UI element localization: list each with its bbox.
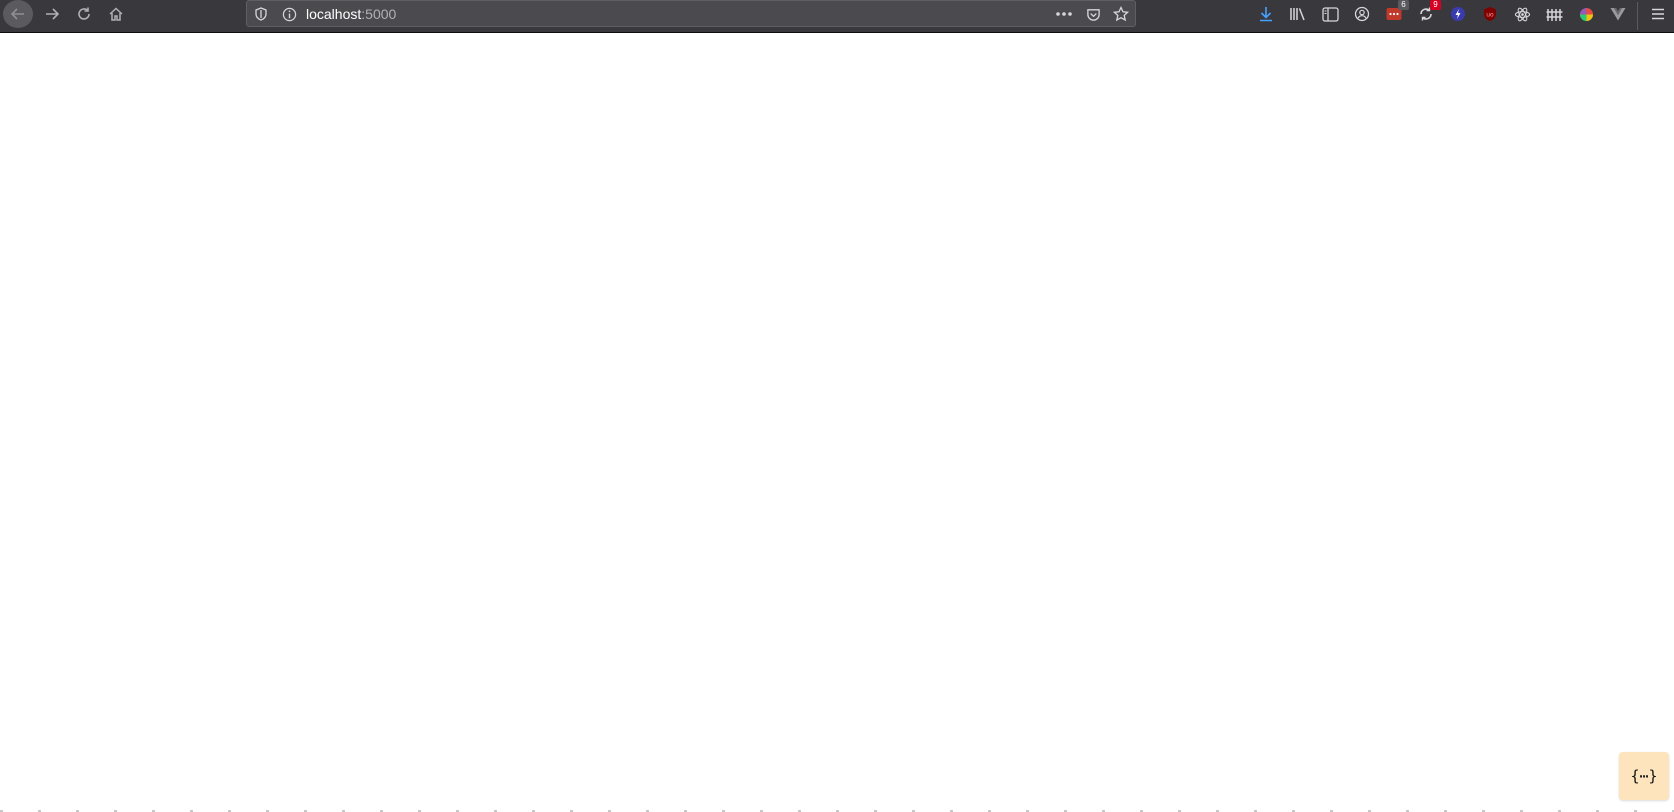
- toolbar-separator: [1637, 2, 1638, 30]
- json-viewer-button-label: {⋯}: [1630, 767, 1658, 785]
- page-content: [0, 33, 1674, 812]
- url-port: :5000: [361, 6, 397, 22]
- sync-extension-icon[interactable]: 9: [1415, 0, 1441, 25]
- url-text[interactable]: localhost:5000: [306, 6, 396, 22]
- home-button[interactable]: [100, 0, 132, 28]
- reload-icon: [78, 7, 90, 20]
- forward-button[interactable]: [36, 0, 68, 28]
- fence-extension-icon[interactable]: [1543, 3, 1565, 25]
- bolt-extension-icon[interactable]: [1447, 3, 1469, 25]
- color-wheel-extension-icon[interactable]: [1575, 3, 1597, 25]
- ublock-origin-icon[interactable]: uo: [1479, 3, 1501, 25]
- url-bar[interactable]: localhost:5000: [246, 0, 1136, 27]
- url-host: localhost: [306, 6, 362, 22]
- pocket-icon[interactable]: [1084, 5, 1102, 23]
- browser-toolbar: localhost:5000 6 9 uo: [0, 0, 1674, 33]
- page-actions-menu-icon[interactable]: [1055, 5, 1073, 23]
- svg-text:uo: uo: [1486, 12, 1494, 19]
- hamburger-menu-icon[interactable]: [1647, 3, 1669, 25]
- bookmark-star-icon[interactable]: [1112, 5, 1130, 23]
- vue-devtools-icon[interactable]: [1607, 3, 1629, 25]
- account-icon[interactable]: [1351, 3, 1373, 25]
- react-devtools-icon[interactable]: [1511, 3, 1533, 25]
- red-extension-icon[interactable]: 6: [1383, 0, 1409, 25]
- sync-extension-badge: 9: [1430, 0, 1441, 10]
- download-icon[interactable]: [1255, 3, 1277, 25]
- back-button[interactable]: [3, 0, 33, 28]
- arrow-right-icon: [46, 8, 60, 20]
- arrow-left-icon: [10, 8, 24, 20]
- reload-button[interactable]: [68, 0, 100, 28]
- site-info-icon[interactable]: [280, 5, 298, 23]
- library-icon[interactable]: [1287, 3, 1309, 25]
- red-extension-badge: 6: [1398, 0, 1409, 10]
- json-viewer-button[interactable]: {⋯}: [1619, 752, 1669, 800]
- sidebar-icon[interactable]: [1319, 3, 1341, 25]
- tracking-protection-shield-icon[interactable]: [252, 5, 270, 23]
- home-icon: [109, 7, 123, 21]
